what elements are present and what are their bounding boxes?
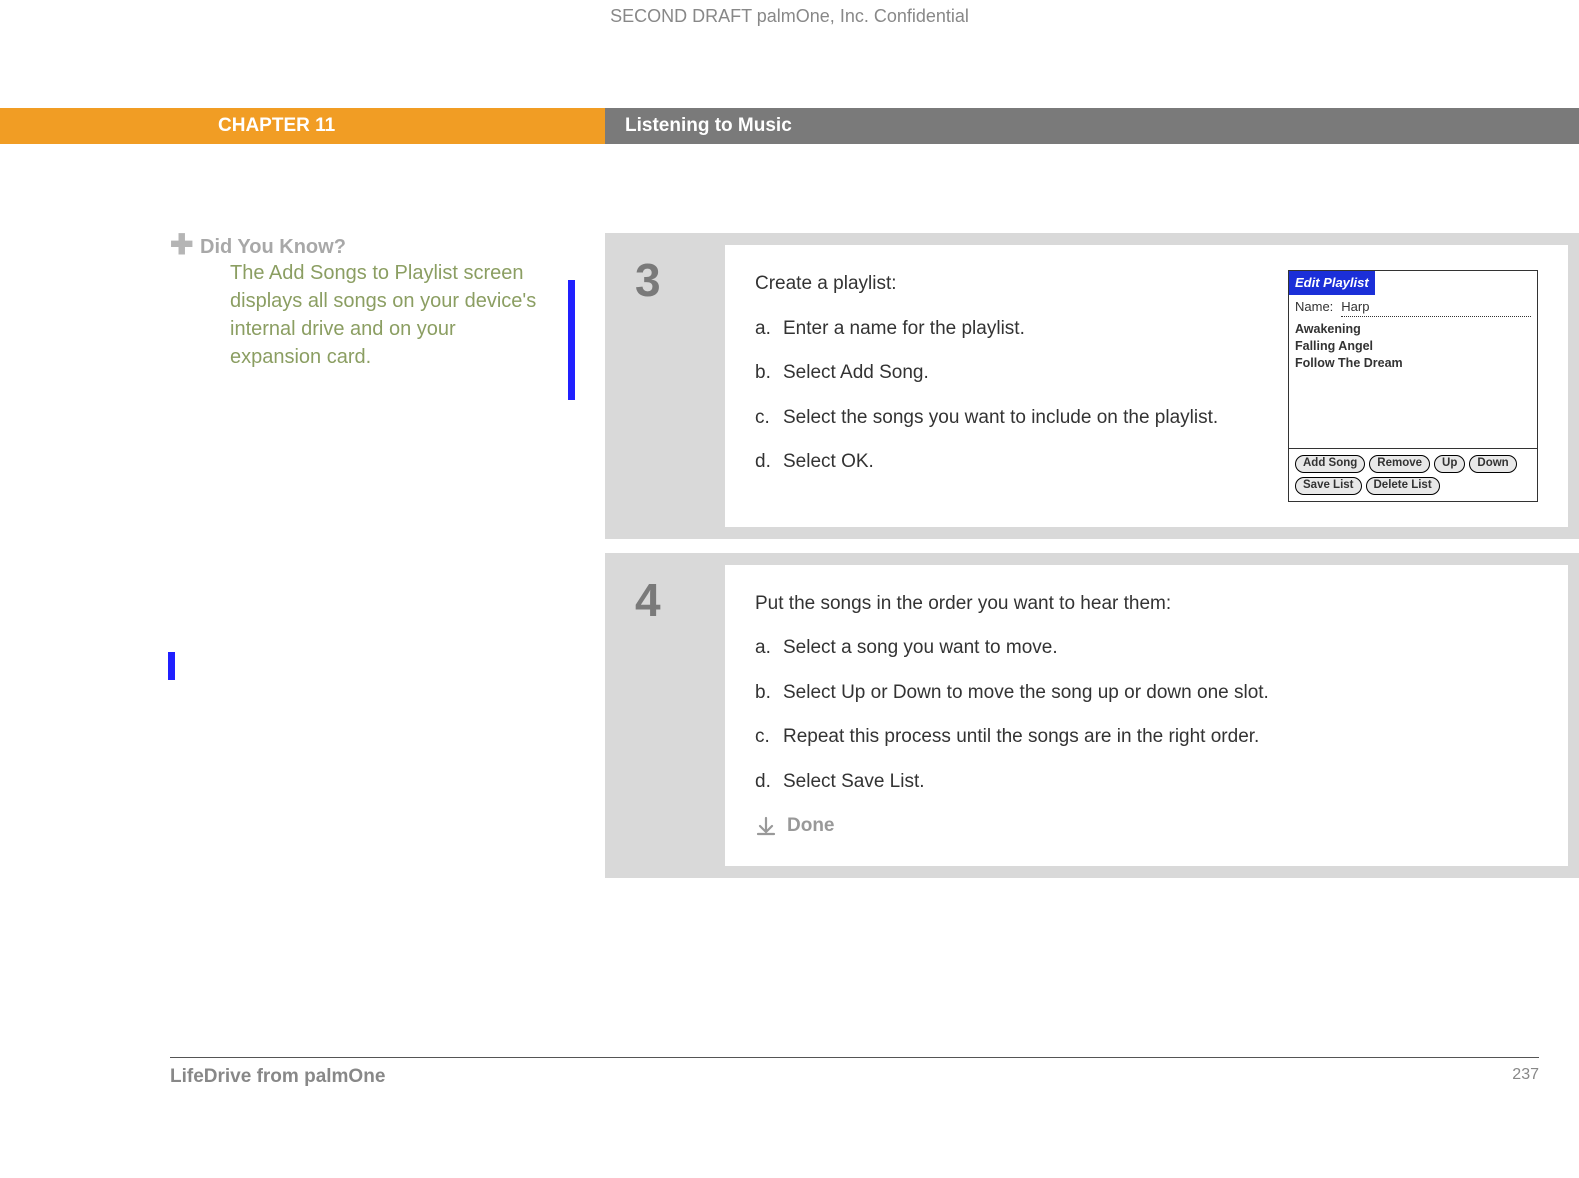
confidential-banner: SECOND DRAFT palmOne, Inc. Confidential [0,6,1579,27]
list-marker: d. [755,768,783,797]
list-marker: c. [755,723,783,752]
substep-b: Select Up or Down to move the song up or… [783,679,1269,708]
palm-button-row: Add Song Remove Up Down Save List Delete… [1289,449,1537,501]
step-body: Put the songs in the order you want to h… [725,565,1568,866]
list-marker: a. [755,634,783,663]
footer-product: LifeDrive from palmOne [170,1066,385,1088]
step-number: 4 [605,553,725,878]
change-bar [568,280,575,400]
remove-button: Remove [1369,455,1430,473]
palm-song-list: Awakening Falling Angel Follow The Dream [1289,319,1537,449]
steps-container: 3 Create a playlist: a.Enter a name for … [605,233,1579,892]
delete-list-button: Delete List [1366,477,1440,495]
list-marker: b. [755,359,783,388]
add-song-button: Add Song [1295,455,1365,473]
palm-window-title: Edit Playlist [1289,271,1375,295]
step-4: 4 Put the songs in the order you want to… [605,553,1579,878]
up-button: Up [1434,455,1465,473]
step-body: Create a playlist: a.Enter a name for th… [725,245,1568,527]
list-marker: a. [755,315,783,344]
section-title: Listening to Music [605,108,1579,144]
palm-name-label: Name: [1295,297,1333,317]
list-marker: c. [755,404,783,433]
change-bar [168,652,175,680]
header-spacer [0,108,170,144]
substep-d: Select OK. [783,448,874,477]
done-label: Done [787,812,835,841]
list-marker: d. [755,448,783,477]
done-arrow-icon [755,815,777,837]
chapter-label: CHAPTER 11 [170,108,605,144]
list-marker: b. [755,679,783,708]
substep-c: Select the songs you want to include on … [783,404,1218,433]
done-row: Done [755,812,1538,841]
dyk-title: Did You Know? [200,235,550,259]
step-3: 3 Create a playlist: a.Enter a name for … [605,233,1579,539]
dyk-body: The Add Songs to Playlist screen display… [230,259,550,371]
step-lead: Put the songs in the order you want to h… [755,590,1538,619]
step-number: 3 [605,233,725,539]
substep-a: Enter a name for the playlist. [783,315,1025,344]
substep-d: Select Save List. [783,768,925,797]
did-you-know-sidebar: ✚ Did You Know? The Add Songs to Playlis… [170,235,550,371]
list-item: Follow The Dream [1295,355,1531,372]
substep-b: Select Add Song. [783,359,929,388]
palm-name-value: Harp [1341,297,1531,318]
list-item: Falling Angel [1295,338,1531,355]
step-lead: Create a playlist: [755,270,1268,299]
substep-a: Select a song you want to move. [783,634,1058,663]
save-list-button: Save List [1295,477,1362,495]
chapter-header: CHAPTER 11 Listening to Music [0,108,1579,144]
footer-page-number: 237 [1512,1066,1539,1088]
plus-icon: ✚ [170,235,190,255]
palm-screenshot: Edit Playlist Name: Harp Awakening Falli… [1288,270,1538,502]
substep-c: Repeat this process until the songs are … [783,723,1259,752]
page-footer: LifeDrive from palmOne 237 [170,1057,1579,1088]
list-item: Awakening [1295,321,1531,338]
down-button: Down [1469,455,1516,473]
